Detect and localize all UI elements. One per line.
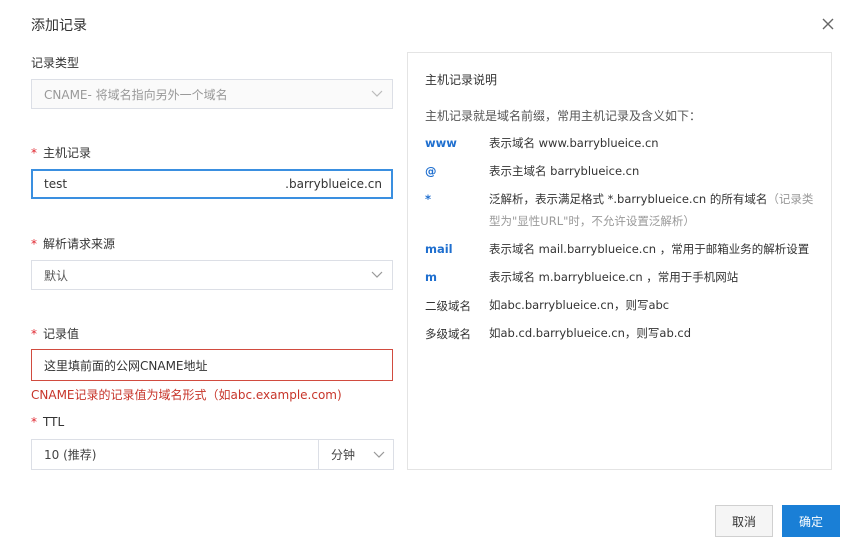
help-row-desc: 表示域名 mail.barryblueice.cn ，常用于邮箱业务的解析设置 [489,242,810,256]
help-row-desc: 泛解析，表示满足格式 *.barryblueice.cn 的所有域名（记录类型为… [489,192,814,228]
ttl-value: 10 (推荐) [44,448,97,462]
help-row-key: www [425,136,457,150]
help-row-desc: 表示域名 www.barryblueice.cn [489,136,659,150]
help-row-key: @ [425,164,437,178]
host-record-field[interactable]: .barryblueice.cn [31,169,393,199]
host-record-suffix: .barryblueice.cn [285,177,382,191]
chevron-down-icon [362,261,392,289]
host-record-input[interactable] [32,169,286,199]
ttl-input[interactable]: 10 (推荐) [31,439,319,470]
required-mark: * [31,415,37,429]
help-intro: 主机记录就是域名前缀，常用主机记录及含义如下： [425,109,702,123]
cancel-button[interactable]: 取消 [715,505,773,537]
request-source-label: * 解析请求来源 [31,237,116,251]
add-record-dialog: 添加记录 记录类型 CNAME- 将域名指向另外一个域名 *主机记录 .barr… [0,0,862,551]
help-row-desc: 表示域名 m.barryblueice.cn ，常用于手机网站 [489,270,739,284]
request-source-select[interactable]: 默认 [31,260,393,290]
record-type-value: CNAME- 将域名指向另外一个域名 [44,87,228,102]
chevron-down-icon [365,451,393,459]
required-mark: * [31,146,37,160]
ok-button[interactable]: 确定 [782,505,840,537]
host-record-help-panel: 主机记录说明 主机记录就是域名前缀，常用主机记录及含义如下： www 表示域名 … [407,52,832,470]
record-value-input[interactable] [32,350,392,380]
ttl-label: * TTL [31,415,65,429]
close-icon[interactable] [818,14,838,34]
help-title: 主机记录说明 [425,73,498,87]
chevron-down-icon [362,80,392,108]
record-value-error: CNAME记录的记录值为域名形式（如abc.example.com) [31,388,342,402]
help-row-key: 多级域名 [425,327,471,341]
help-row-key: mail [425,242,453,256]
dialog-title: 添加记录 [31,18,87,34]
help-row-desc: 表示主域名 barryblueice.cn [489,164,640,178]
record-value-label: * 记录值 [31,327,80,341]
required-mark: * [31,327,37,341]
help-row-key: * [425,192,432,206]
help-row-key: 二级域名 [425,299,471,313]
record-value-field[interactable] [31,349,393,381]
host-record-label: * 主机记录 [31,146,92,160]
help-row-key: m [425,270,437,284]
required-mark: * [31,237,37,251]
record-type-label: 记录类型 [31,56,80,70]
ttl-unit-value: 分钟 [331,448,356,462]
request-source-value: 默认 [44,268,69,283]
record-type-select[interactable]: CNAME- 将域名指向另外一个域名 [31,79,393,109]
help-row-desc: 如abc.barryblueice.cn，则写abc [489,298,670,312]
ttl-unit-select[interactable]: 分钟 [318,439,394,470]
help-row-desc: 如ab.cd.barryblueice.cn，则写ab.cd [489,326,692,340]
